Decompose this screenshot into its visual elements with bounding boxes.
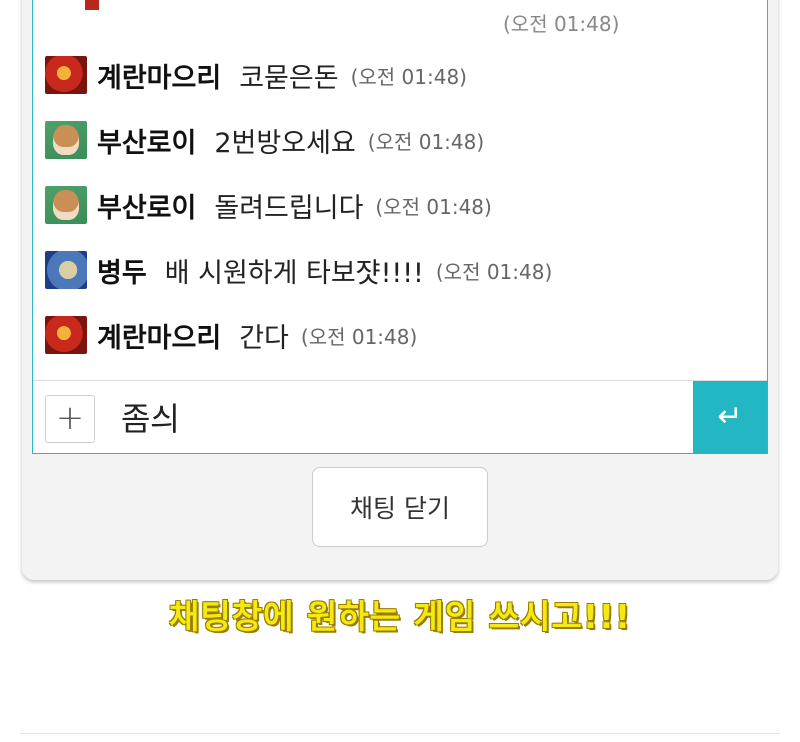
message-text: 간다 <box>239 322 289 354</box>
message-text: 돌려드립니다 <box>214 192 364 224</box>
message-text: 배 시원하게 타보쟛!!!! <box>164 257 424 289</box>
send-button[interactable]: ↵ <box>693 381 767 453</box>
dog-avatar <box>45 121 87 159</box>
message-user[interactable]: 부산로이 <box>97 186 196 225</box>
partial-avatar <box>85 0 99 10</box>
enter-arrow-icon: ↵ <box>717 399 743 434</box>
message-text: 2번방오세요 <box>214 127 356 159</box>
caption-text: 채팅창에 원하는 게임 쓰시고!!! <box>169 597 631 636</box>
message-user[interactable]: 계란마으리 <box>97 316 221 355</box>
message-time: (오전 01:48) <box>367 129 485 154</box>
message-text: 코묻은돈 <box>239 62 339 94</box>
message-time: (오전 01:48) <box>350 64 467 89</box>
message-time: (오전 01:48) <box>300 324 418 349</box>
chat-message: 계란마으리 간다 (오전 01:48) <box>45 315 417 355</box>
chat-message: 병두 배 시원하게 타보쟛!!!! (오전 01:48) <box>45 250 552 290</box>
message-time: (오전 01:48) <box>375 194 492 219</box>
close-chat-button[interactable]: 채팅 닫기 <box>312 467 488 547</box>
partial-message-time: (오전 01:48) <box>503 12 620 36</box>
message-user[interactable]: 계란마으리 <box>97 56 221 95</box>
divider <box>20 733 780 734</box>
chat-message: 계란마으리 코묻은돈 (오전 01:48) <box>45 55 467 95</box>
dog-avatar <box>45 186 87 224</box>
message-user[interactable]: 병두 <box>97 251 147 290</box>
attach-plus-button[interactable]: + <box>45 395 95 443</box>
red-dragon-avatar <box>45 56 87 94</box>
chat-input[interactable] <box>115 391 687 443</box>
red-dragon-avatar <box>45 316 87 354</box>
chat-message: 부산로이 돌려드립니다 (오전 01:48) <box>45 185 492 225</box>
message-user[interactable]: 부산로이 <box>97 121 196 160</box>
blue-creature-avatar <box>45 251 87 289</box>
message-time: (오전 01:48) <box>435 259 553 284</box>
chat-input-bar: + ↵ <box>33 380 767 453</box>
chat-message: 부산로이 2번방오세요 (오전 01:48) <box>45 120 484 160</box>
